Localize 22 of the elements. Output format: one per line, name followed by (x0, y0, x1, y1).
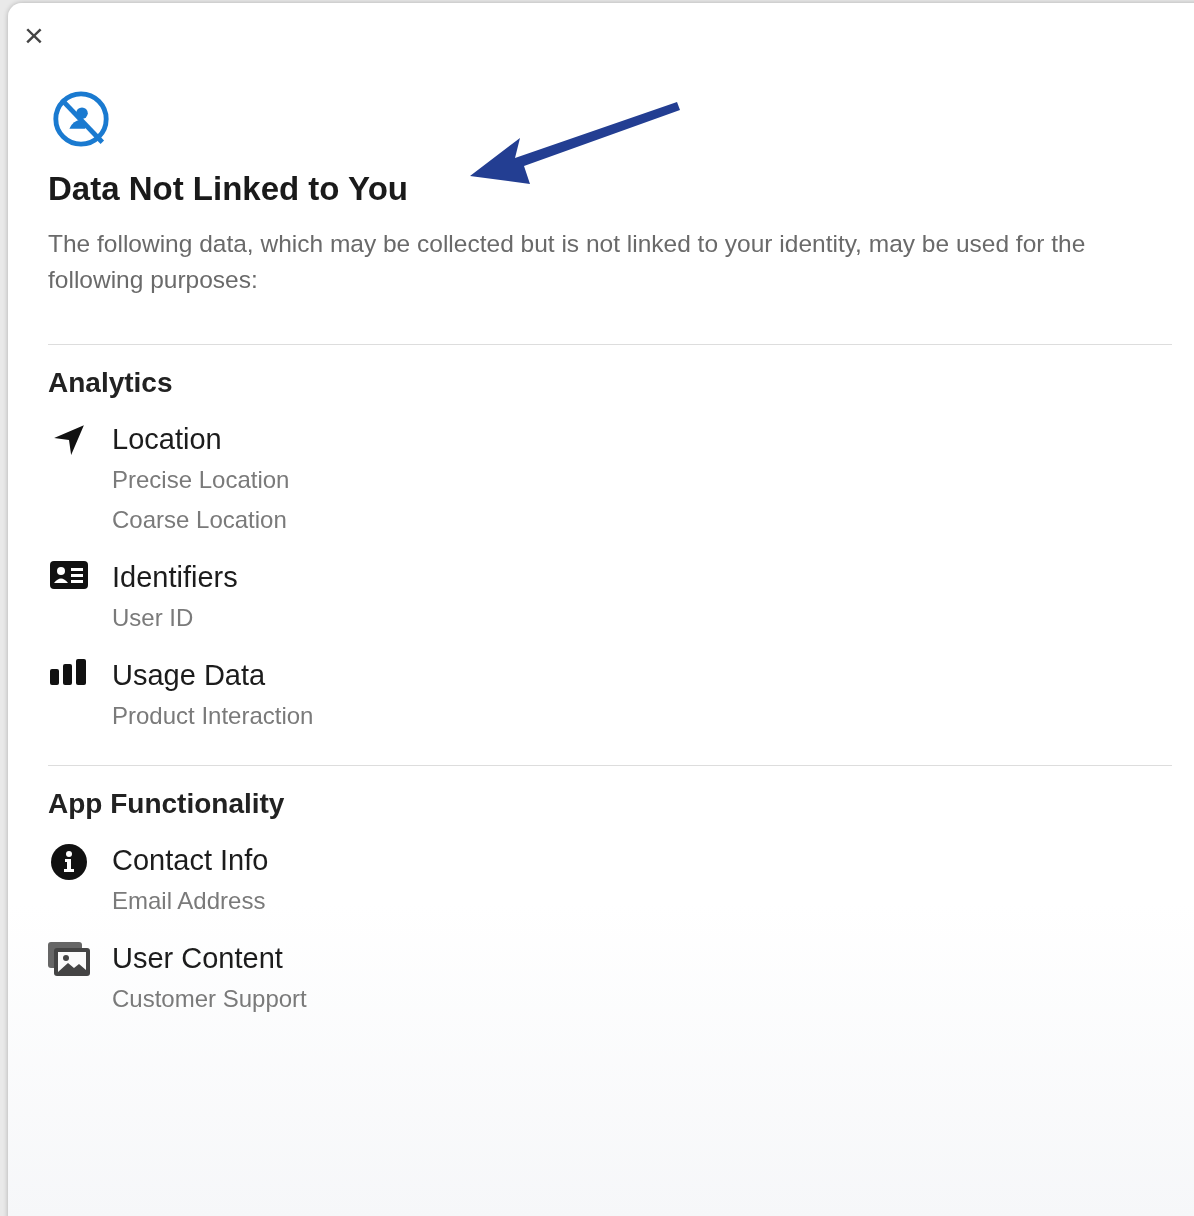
id-card-icon (50, 561, 88, 589)
section-title: Analytics (48, 367, 174, 399)
category-label: User Content (112, 941, 284, 976)
section-title: App Functionality (48, 788, 286, 820)
category-label: Contact Info (112, 843, 269, 878)
category-label: Identifiers (112, 560, 238, 595)
photos-icon (48, 942, 90, 976)
data-type-label: Customer Support (112, 984, 307, 1014)
data-type-label: Precise Location (112, 465, 290, 495)
description: The following data, which may be collected but is not linked to your identity, may be used for the following purposes: (48, 229, 1087, 295)
location-arrow-icon (52, 423, 86, 457)
category-label: Usage Data (112, 658, 267, 693)
data-type-label: Email Address (112, 886, 267, 916)
data-type-label: Coarse Location (112, 505, 288, 535)
user-slash-icon (50, 88, 112, 150)
data-type-label: User ID (112, 603, 195, 633)
close-button[interactable]: × (24, 18, 44, 52)
title: Data Not Linked to You (48, 170, 409, 208)
category-label: Location (112, 422, 223, 457)
info-icon (51, 844, 87, 880)
bar-chart-icon (50, 659, 88, 685)
data-type-label: Product Interaction (112, 701, 314, 731)
